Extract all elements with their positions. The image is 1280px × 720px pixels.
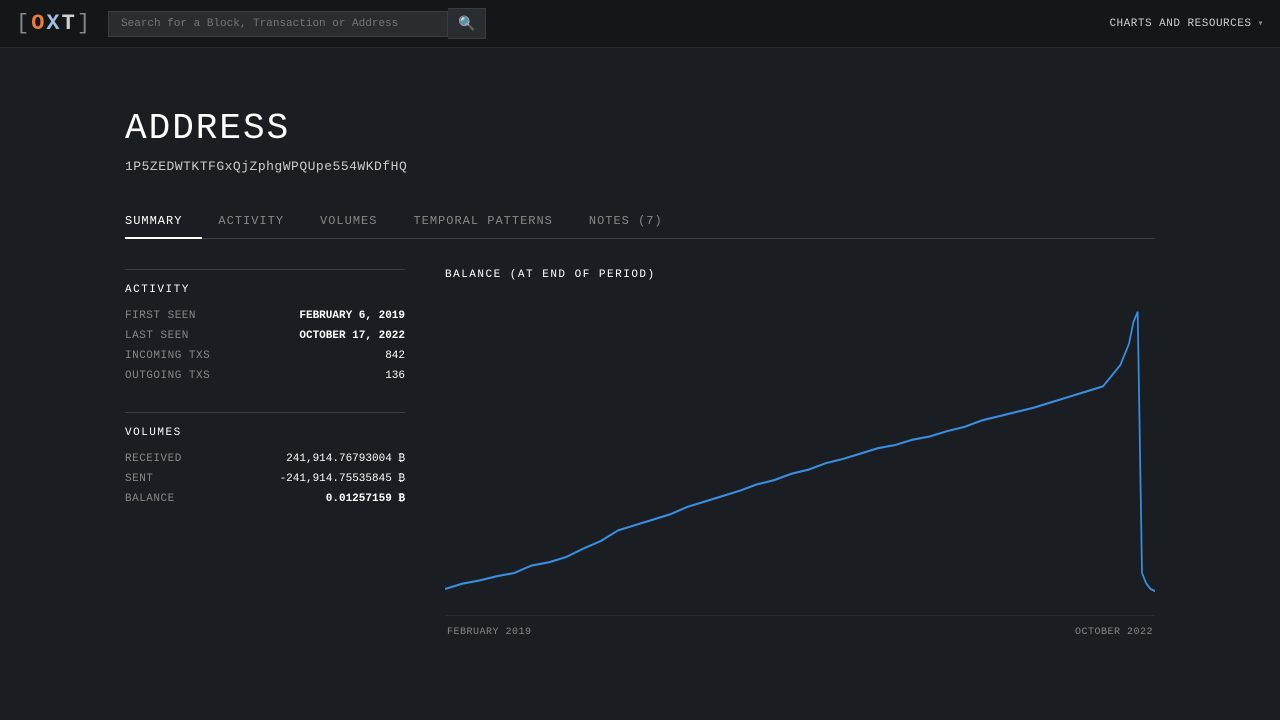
logo-t: T [62, 11, 77, 36]
first-seen-label: FIRST SEEN [125, 310, 196, 322]
tab-summary[interactable]: SUMMARY [125, 204, 202, 238]
balance-value: 0.01257159 ₿ [326, 493, 405, 505]
incoming-txs-label: INCOMING TXS [125, 350, 210, 362]
balance-chart [445, 301, 1155, 621]
volumes-section-title: VOLUMES [125, 427, 405, 439]
right-panel: BALANCE (AT END OF PERIOD) FEBRUARY 2019… [445, 269, 1155, 638]
chart-x-label-left: FEBRUARY 2019 [447, 627, 532, 638]
charts-resources-label: CHARTS AND RESOURCES [1109, 18, 1251, 30]
chart-x-label-right: OCTOBER 2022 [1075, 627, 1153, 638]
volumes-divider [125, 412, 405, 413]
activity-divider [125, 269, 405, 270]
tab-activity[interactable]: ACTIVITY [218, 204, 304, 238]
balance-label: BALANCE [125, 493, 175, 505]
volumes-section: VOLUMES RECEIVED 241,914.76793004 ₿ SENT… [125, 412, 405, 505]
received-label: RECEIVED [125, 453, 182, 465]
first-seen-value: FEBRUARY 6, 2019 [299, 310, 405, 322]
logo-bracket-left: [ [16, 11, 31, 36]
last-seen-label: LAST SEEN [125, 330, 189, 342]
page-title: ADDRESS [125, 108, 1155, 149]
nav-right: CHARTS AND RESOURCES ▾ [1109, 18, 1264, 30]
incoming-txs-value: 842 [385, 350, 405, 362]
balance-row: BALANCE 0.01257159 ₿ [125, 493, 405, 505]
received-value: 241,914.76793004 ₿ [286, 453, 405, 465]
header: [OXT] 🔍 CHARTS AND RESOURCES ▾ [0, 0, 1280, 48]
incoming-txs-row: INCOMING TXS 842 [125, 350, 405, 362]
sent-value: -241,914.75535845 ₿ [280, 473, 405, 485]
activity-section: ACTIVITY FIRST SEEN FEBRUARY 6, 2019 LAS… [125, 269, 405, 382]
outgoing-txs-label: OUTGOING TXS [125, 370, 210, 382]
search-input[interactable] [108, 11, 448, 37]
tab-temporal-patterns[interactable]: TEMPORAL PATTERNS [413, 204, 572, 238]
tabs-container: SUMMARY ACTIVITY VOLUMES TEMPORAL PATTER… [125, 204, 1155, 239]
search-container: 🔍 [108, 8, 488, 39]
logo-x: X [46, 11, 61, 36]
tab-volumes[interactable]: VOLUMES [320, 204, 397, 238]
chart-title: BALANCE (AT END OF PERIOD) [445, 269, 1155, 281]
search-button[interactable]: 🔍 [448, 8, 486, 39]
sent-label: SENT [125, 473, 153, 485]
chart-container [445, 301, 1155, 621]
charts-resources-button[interactable]: CHARTS AND RESOURCES ▾ [1109, 18, 1264, 30]
logo[interactable]: [OXT] [16, 11, 92, 36]
outgoing-txs-row: OUTGOING TXS 136 [125, 370, 405, 382]
main-content: ADDRESS 1P5ZEDWTKTFGxQjZphgWPQUpe554WKDf… [0, 48, 1280, 678]
left-panel: ACTIVITY FIRST SEEN FEBRUARY 6, 2019 LAS… [125, 269, 405, 638]
logo-o: O [31, 11, 46, 36]
activity-section-title: ACTIVITY [125, 284, 405, 296]
outgoing-txs-value: 136 [385, 370, 405, 382]
logo-bracket-right: ] [77, 11, 92, 36]
chevron-down-icon: ▾ [1257, 18, 1264, 30]
sent-row: SENT -241,914.75535845 ₿ [125, 473, 405, 485]
summary-layout: ACTIVITY FIRST SEEN FEBRUARY 6, 2019 LAS… [125, 269, 1155, 638]
search-icon: 🔍 [458, 15, 475, 31]
last-seen-value: OCTOBER 17, 2022 [299, 330, 405, 342]
tab-notes[interactable]: NOTES (7) [589, 204, 683, 238]
first-seen-row: FIRST SEEN FEBRUARY 6, 2019 [125, 310, 405, 322]
received-row: RECEIVED 241,914.76793004 ₿ [125, 453, 405, 465]
chart-x-labels: FEBRUARY 2019 OCTOBER 2022 [445, 627, 1155, 638]
address-hash: 1P5ZEDWTKTFGxQjZphgWPQUpe554WKDfHQ [125, 159, 1155, 174]
last-seen-row: LAST SEEN OCTOBER 17, 2022 [125, 330, 405, 342]
